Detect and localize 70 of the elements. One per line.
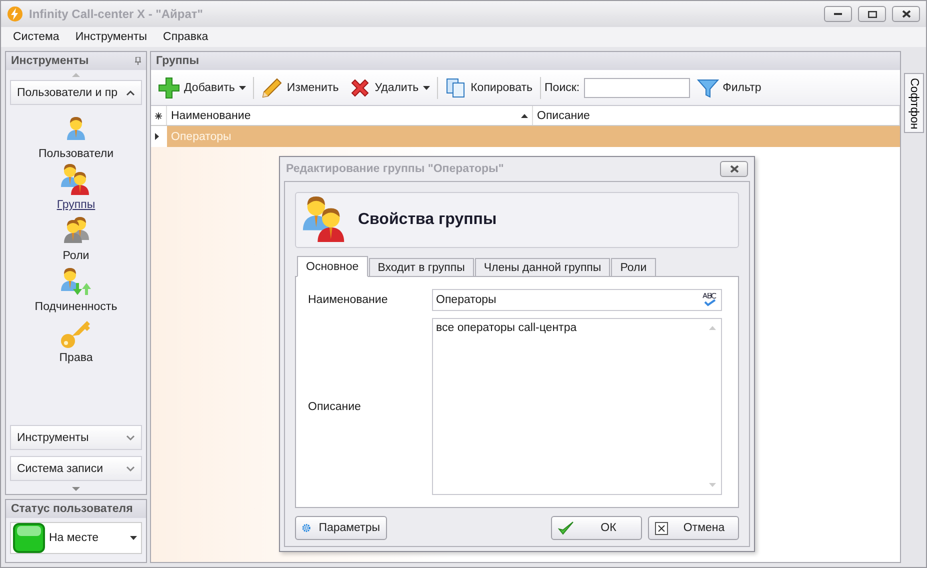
ok-button[interactable]: ОК <box>551 516 642 540</box>
sort-arrow-icon <box>521 114 528 118</box>
copy-icon <box>444 76 467 98</box>
tab[interactable]: Основное <box>297 256 368 277</box>
tab[interactable]: Члены данной группы <box>474 258 610 277</box>
pin-icon[interactable] <box>135 57 141 65</box>
menu-item[interactable]: Справка <box>163 31 208 43</box>
close-box-icon <box>655 522 668 534</box>
cancel-button[interactable]: Отмена <box>648 516 739 540</box>
chevron-icon <box>126 466 135 472</box>
menu-item[interactable]: Инструменты <box>75 31 148 43</box>
column-header[interactable]: Описание <box>533 106 900 125</box>
panel-title: Статус пользователя <box>11 503 133 515</box>
cross-icon <box>348 76 371 98</box>
nav-item[interactable]: Подчиненность <box>34 264 118 314</box>
lightning-icon <box>7 6 23 22</box>
search-field[interactable] <box>584 78 690 98</box>
panel-title: Инструменты <box>11 55 89 67</box>
nav-item[interactable]: Права <box>59 315 93 365</box>
user-icon <box>67 117 85 140</box>
tab[interactable]: Роли <box>611 258 656 277</box>
toolbar-button[interactable]: Добавить <box>155 74 249 100</box>
row-pointer-icon <box>155 133 159 140</box>
toolbar-button[interactable]: Удалить <box>346 74 433 100</box>
caret-icon <box>130 536 137 540</box>
input-field[interactable]: Операторы <box>432 289 722 311</box>
menu-item[interactable]: Система <box>13 31 60 43</box>
chevron-icon <box>126 434 135 440</box>
close-button[interactable] <box>892 6 920 22</box>
close-icon <box>902 10 910 18</box>
funnel-icon <box>696 76 719 98</box>
section-header[interactable]: Инструменты <box>10 425 142 450</box>
scroll-down-icon[interactable] <box>72 487 80 491</box>
maximize-button[interactable] <box>858 6 886 22</box>
field-label: Описание <box>308 400 362 412</box>
close-button[interactable] <box>720 161 748 177</box>
nav-item[interactable]: Группы <box>56 162 96 212</box>
spellcheck-icon <box>702 293 718 307</box>
checkmark-icon <box>558 521 574 535</box>
status-dropdown[interactable]: На месте <box>10 522 142 554</box>
window-title: Infinity Call-center X - "Айрат" <box>29 7 204 21</box>
users-icon <box>64 217 89 243</box>
status-indicator-icon <box>13 523 45 553</box>
nav-item[interactable]: Роли <box>59 213 93 263</box>
nav-item[interactable]: Пользователи <box>38 111 114 161</box>
search-label: Поиск: <box>544 82 580 94</box>
gear-icon <box>302 521 311 535</box>
section-header[interactable]: Система записи <box>10 456 142 481</box>
minimize-icon <box>834 13 842 15</box>
plus-icon <box>158 76 180 98</box>
pencil-icon <box>260 76 283 98</box>
side-tab[interactable]: Софтфон <box>904 73 924 133</box>
panel-title: Группы <box>156 55 200 67</box>
toolbar-button[interactable]: Копировать <box>442 74 536 100</box>
maximize-icon <box>868 10 876 18</box>
chevron-icon <box>126 90 135 96</box>
users-icon <box>60 164 89 195</box>
toolbar-button[interactable]: Изменить <box>258 74 342 100</box>
dialog-title: Редактирование группы "Операторы" <box>286 163 504 175</box>
filter-button[interactable]: Фильтр <box>694 74 764 100</box>
key-icon <box>61 321 90 348</box>
minimize-button[interactable] <box>824 6 852 22</box>
close-icon <box>730 165 738 173</box>
user-arrows-icon <box>60 268 91 295</box>
column-header[interactable]: Наименование <box>167 106 533 125</box>
tab[interactable]: Входит в группы <box>368 258 474 277</box>
field-label: Наименование <box>308 294 389 306</box>
section-header[interactable]: Пользователи и пр <box>10 80 142 105</box>
header-title: Свойства группы <box>358 211 497 229</box>
settings-button[interactable]: Параметры <box>295 516 387 540</box>
